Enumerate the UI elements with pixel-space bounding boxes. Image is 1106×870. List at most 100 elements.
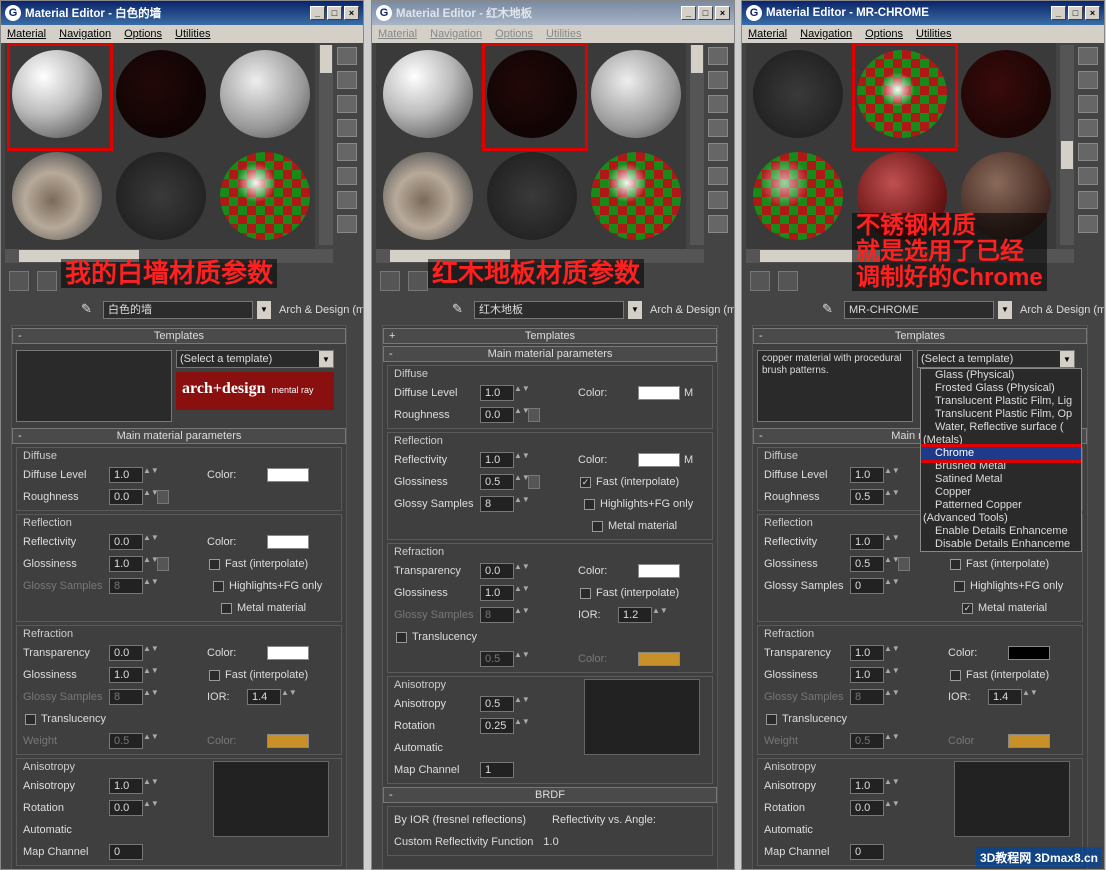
slot-text-sphere[interactable] <box>586 45 686 143</box>
maximize-button[interactable]: □ <box>327 6 342 20</box>
menu-navigation[interactable]: Navigation <box>430 28 482 40</box>
eyedropper-icon[interactable]: ✎ <box>822 301 840 319</box>
slot-tree[interactable] <box>482 147 582 245</box>
main-params-rollout[interactable]: - Main material parameters <box>383 346 717 362</box>
slot-eye[interactable] <box>7 147 107 245</box>
name-dropdown-button[interactable]: ▼ <box>257 301 271 319</box>
dropdown-item[interactable]: Water, Reflective surface ( <box>921 421 1081 434</box>
template-select[interactable]: (Select a template) ▼ <box>176 350 334 368</box>
menu-material[interactable]: Material <box>7 28 46 40</box>
highlights-fg-checkbox[interactable] <box>213 580 224 592</box>
slot-chrome-2[interactable] <box>748 147 848 245</box>
material-name-field[interactable]: MR-CHROME <box>844 301 994 319</box>
templates-rollout[interactable]: - Templates <box>753 328 1087 344</box>
material-type-button[interactable]: Arch & Design (mi) <box>1020 304 1104 316</box>
slot-vertical-scrollbar[interactable] <box>1060 45 1074 245</box>
slot-tree[interactable] <box>111 147 211 245</box>
options-icon[interactable] <box>337 191 357 209</box>
slot-tree[interactable] <box>748 45 848 143</box>
eyedropper-icon[interactable]: ✎ <box>452 301 470 319</box>
main-params-rollout[interactable]: - Main material parameters <box>12 428 346 444</box>
minimize-button[interactable]: _ <box>310 6 325 20</box>
reflection-glossiness-spinner[interactable]: 1.0 <box>109 556 143 572</box>
templates-rollout[interactable]: + Templates <box>383 328 717 344</box>
background-icon[interactable] <box>708 95 728 113</box>
select-by-material-icon[interactable] <box>708 215 728 233</box>
template-select[interactable]: (Select a template) ▼ <box>917 350 1075 368</box>
backlight-icon[interactable] <box>337 71 357 89</box>
sample-type-icon[interactable] <box>708 47 728 65</box>
dropdown-item[interactable]: Frosted Glass (Physical) <box>921 382 1081 395</box>
dropdown-item[interactable]: Glass (Physical) <box>921 369 1081 382</box>
dropdown-item[interactable]: Translucent Plastic Film, Op <box>921 408 1081 421</box>
dropdown-item[interactable]: Brushed Metal <box>921 460 1081 473</box>
uv-tiling-icon[interactable] <box>337 119 357 137</box>
put-to-scene-icon[interactable] <box>37 271 57 291</box>
select-by-material-icon[interactable] <box>337 215 357 233</box>
sample-type-icon[interactable] <box>337 47 357 65</box>
reflectivity-spinner[interactable]: 0.0 <box>109 534 143 550</box>
close-button[interactable]: × <box>344 6 359 20</box>
dropdown-item[interactable]: Translucent Plastic Film, Lig <box>921 395 1081 408</box>
dropdown-item-chrome-selected[interactable]: Chrome <box>921 444 1081 463</box>
slot-eye[interactable] <box>378 147 478 245</box>
menu-options[interactable]: Options <box>124 28 162 40</box>
menu-material[interactable]: Material <box>378 28 417 40</box>
close-button[interactable]: × <box>1085 6 1100 20</box>
material-type-button[interactable]: Arch & Design (mi) <box>279 304 363 316</box>
maximize-button[interactable]: □ <box>698 6 713 20</box>
reflection-color-swatch[interactable] <box>267 535 309 549</box>
put-to-scene-icon[interactable] <box>408 271 428 291</box>
dropdown-item[interactable]: Copper <box>921 486 1081 499</box>
maximize-button[interactable]: □ <box>1068 6 1083 20</box>
video-color-icon[interactable] <box>1078 143 1098 161</box>
minimize-button[interactable]: _ <box>1051 6 1066 20</box>
diffuse-level-spinner[interactable]: 1.0 <box>109 467 143 483</box>
get-material-icon[interactable] <box>9 271 29 291</box>
slot-text-sphere[interactable] <box>215 45 315 143</box>
background-icon[interactable] <box>1078 95 1098 113</box>
material-name-field[interactable]: 白色的墙 <box>103 301 253 319</box>
menu-material[interactable]: Material <box>748 28 787 40</box>
dropdown-item[interactable]: Satined Metal <box>921 473 1081 486</box>
get-material-icon[interactable] <box>750 271 770 291</box>
backlight-icon[interactable] <box>708 71 728 89</box>
slot-vertical-scrollbar[interactable] <box>319 45 333 245</box>
dropdown-item[interactable]: Disable Details Enhanceme <box>921 538 1081 551</box>
dropdown-item[interactable]: Patterned Copper <box>921 499 1081 512</box>
menu-navigation[interactable]: Navigation <box>59 28 111 40</box>
backlight-icon[interactable] <box>1078 71 1098 89</box>
slot-white-wall[interactable] <box>378 45 478 143</box>
select-by-material-icon[interactable] <box>1078 215 1098 233</box>
slot-dark-red[interactable] <box>956 45 1056 143</box>
templates-rollout[interactable]: - Templates <box>12 328 346 344</box>
close-button[interactable]: × <box>715 6 730 20</box>
make-preview-icon[interactable] <box>708 167 728 185</box>
make-preview-icon[interactable] <box>1078 167 1098 185</box>
transparency-spinner[interactable]: 0.0 <box>109 645 143 661</box>
options-icon[interactable] <box>1078 191 1098 209</box>
get-material-icon[interactable] <box>380 271 400 291</box>
slot-chrome[interactable] <box>215 147 315 245</box>
menu-options[interactable]: Options <box>865 28 903 40</box>
sample-type-icon[interactable] <box>1078 47 1098 65</box>
menu-utilities[interactable]: Utilities <box>175 28 210 40</box>
ior-spinner[interactable]: 1.4 <box>247 689 281 705</box>
make-preview-icon[interactable] <box>337 167 357 185</box>
uv-tiling-icon[interactable] <box>1078 119 1098 137</box>
template-dropdown-list[interactable]: Glass (Physical) Frosted Glass (Physical… <box>920 368 1082 552</box>
material-type-button[interactable]: Arch & Design (mi) <box>650 304 734 316</box>
translucency-checkbox[interactable] <box>25 713 36 725</box>
menu-utilities[interactable]: Utilities <box>916 28 951 40</box>
menu-utilities[interactable]: Utilities <box>546 28 581 40</box>
video-color-icon[interactable] <box>337 143 357 161</box>
options-icon[interactable] <box>708 191 728 209</box>
roughness-spinner[interactable]: 0.0 <box>109 489 143 505</box>
minimize-button[interactable]: _ <box>681 6 696 20</box>
menu-navigation[interactable]: Navigation <box>800 28 852 40</box>
slot-dark[interactable] <box>111 45 211 143</box>
slot-chrome[interactable] <box>586 147 686 245</box>
refraction-color-swatch[interactable] <box>267 646 309 660</box>
eyedropper-icon[interactable]: ✎ <box>81 301 99 319</box>
dropdown-item[interactable]: Enable Details Enhanceme <box>921 525 1081 538</box>
